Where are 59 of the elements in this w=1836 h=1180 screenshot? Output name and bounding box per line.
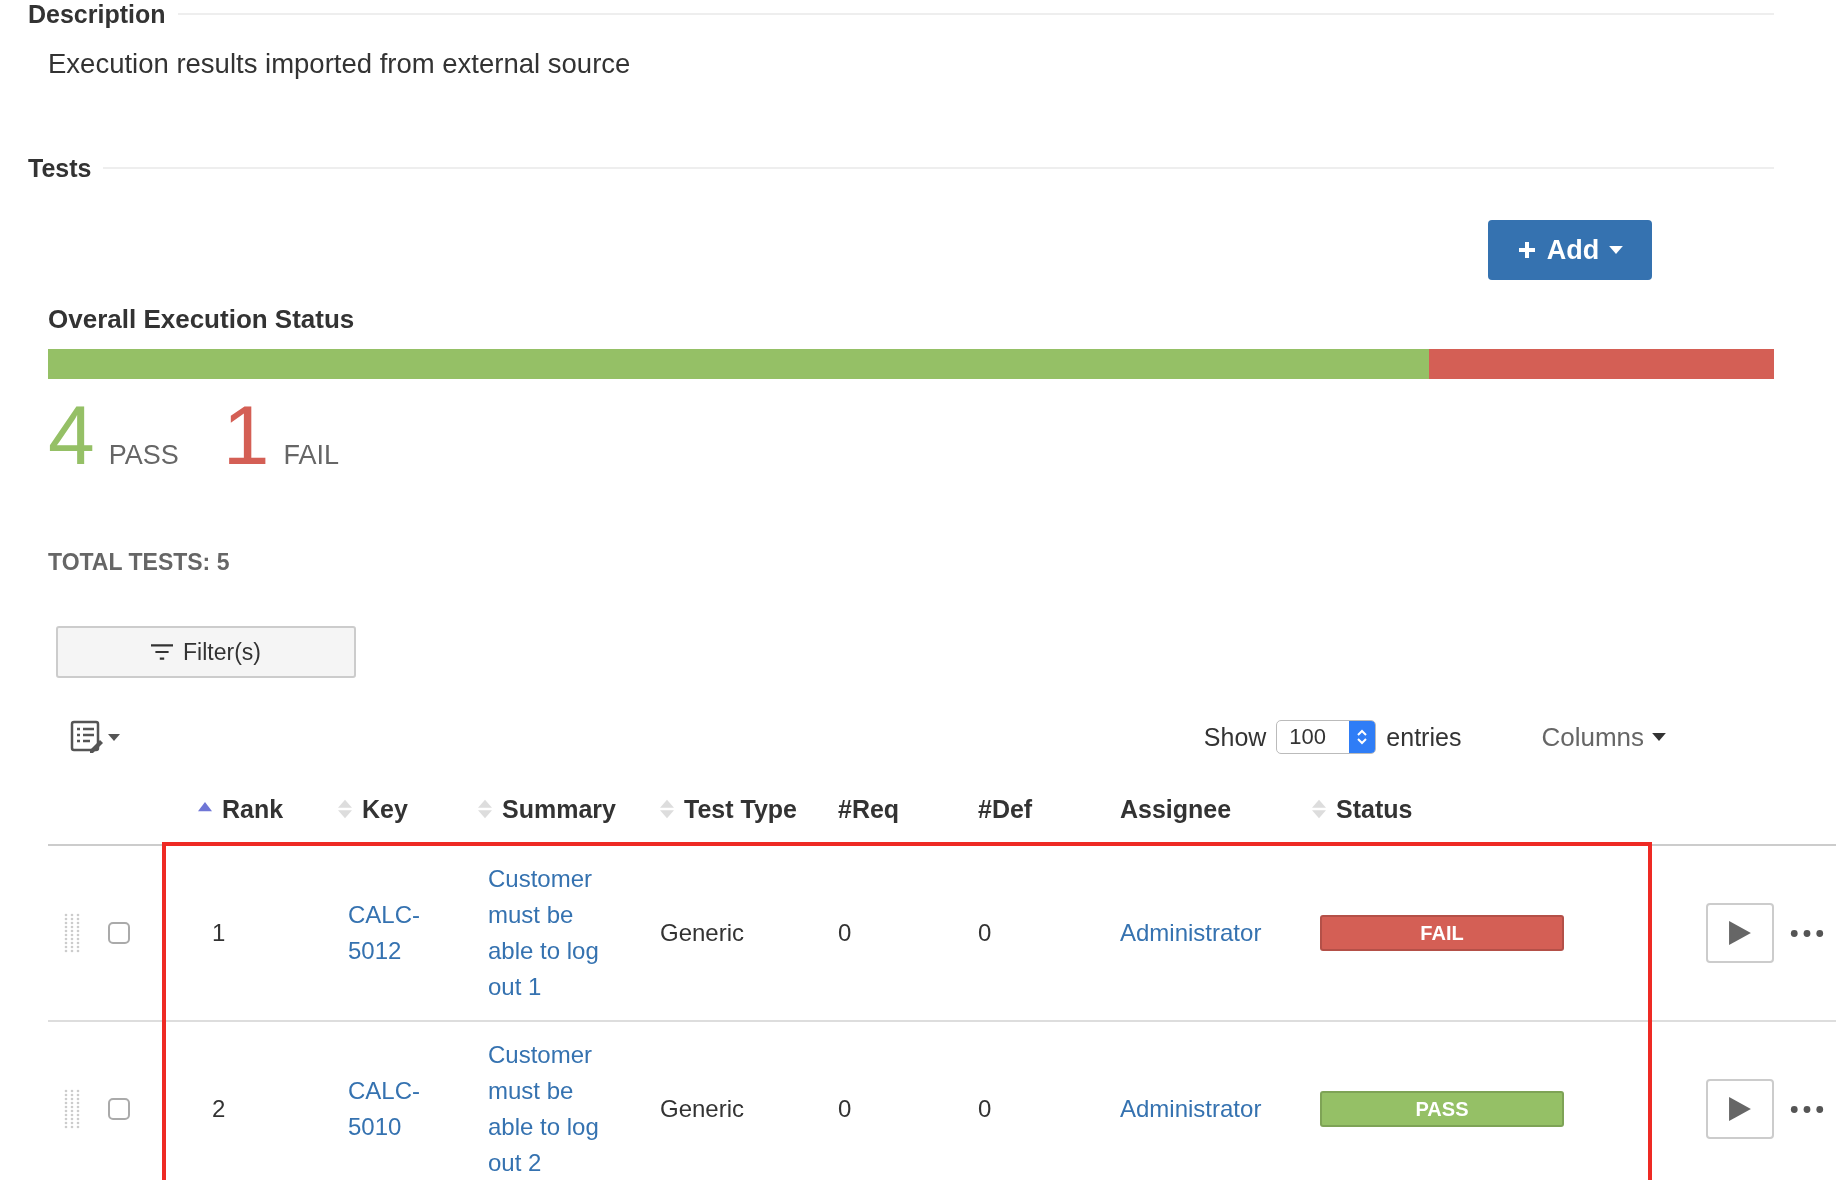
issue-key-link[interactable]: CALC-5012 <box>338 897 428 969</box>
add-button[interactable]: Add <box>1488 220 1652 280</box>
status-badge: FAIL <box>1320 915 1564 951</box>
plus-icon <box>1516 240 1537 260</box>
section-heading: Tests <box>28 153 92 183</box>
run-button[interactable] <box>1706 1079 1774 1139</box>
list-edit-button[interactable] <box>70 720 120 754</box>
rank-cell-text: 2 <box>211 1095 227 1123</box>
column-header[interactable]: #Req <box>838 794 900 824</box>
description-text: Execution results imported from external source <box>48 48 632 81</box>
count-label: PASS <box>108 440 179 471</box>
total-tests: TOTAL TESTS: 5 <box>48 549 231 576</box>
column-header[interactable]: Assignee <box>1120 794 1232 824</box>
caret-icon <box>1652 733 1666 741</box>
sort-icon[interactable] <box>338 797 352 821</box>
count-number: 4 <box>48 393 95 477</box>
column-header[interactable]: Rank <box>222 794 284 824</box>
filter-icon <box>151 644 174 660</box>
columns-menu[interactable]: Columns <box>1541 721 1666 753</box>
drag-handle-icon[interactable] <box>64 1089 80 1129</box>
play-icon <box>1729 1097 1751 1121</box>
summary-link[interactable]: Customer must be able to log out 2 <box>478 1037 618 1180</box>
sort-icon[interactable] <box>1312 797 1326 821</box>
issue-key-link[interactable]: CALC-5010 <box>338 1073 428 1145</box>
req-count-cell-text: 0 <box>838 919 853 947</box>
sort-icon[interactable] <box>660 797 674 821</box>
more-icon[interactable] <box>1790 928 1824 938</box>
summary-link[interactable]: Customer must be able to log out 1 <box>478 861 618 1005</box>
drag-handle-icon[interactable] <box>64 913 80 953</box>
column-header[interactable]: Key <box>362 794 408 824</box>
more-icon[interactable] <box>1790 1104 1824 1114</box>
status-title: Overall Execution Status <box>48 304 356 335</box>
row-checkbox[interactable] <box>108 922 130 944</box>
run-button[interactable] <box>1706 903 1774 963</box>
test-type-cell-text: Generic <box>660 1095 746 1123</box>
play-icon <box>1729 921 1751 945</box>
count-number: 1 <box>222 393 270 477</box>
stepper-icon <box>1349 721 1376 753</box>
show-label: Show <box>1203 722 1267 752</box>
assignee-link[interactable]: Administrator <box>1120 1091 1262 1127</box>
rank-cell-text: 1 <box>211 919 227 947</box>
caret-icon <box>1609 246 1624 254</box>
row-checkbox[interactable] <box>108 1098 130 1120</box>
req-count-cell-text: 0 <box>838 1095 853 1123</box>
defect-count-cell-text: 0 <box>978 1095 993 1123</box>
entries-select[interactable]: 100 <box>1276 720 1377 754</box>
column-header[interactable]: #Def <box>978 794 1033 824</box>
test-type-cell-text: Generic <box>660 919 746 947</box>
count-label: FAIL <box>283 440 339 471</box>
section-heading: Description <box>28 0 166 29</box>
column-header[interactable]: Status <box>1336 794 1413 824</box>
entries-label: entries <box>1386 722 1462 752</box>
sort-icon[interactable] <box>478 797 492 821</box>
defect-count-cell-text: 0 <box>978 919 993 947</box>
column-header[interactable]: Summary <box>502 794 616 824</box>
filter-button[interactable]: Filter(s) <box>56 626 356 678</box>
status-badge: PASS <box>1320 1091 1564 1127</box>
assignee-link[interactable]: Administrator <box>1120 915 1262 951</box>
column-header[interactable]: Test Type <box>684 794 797 824</box>
